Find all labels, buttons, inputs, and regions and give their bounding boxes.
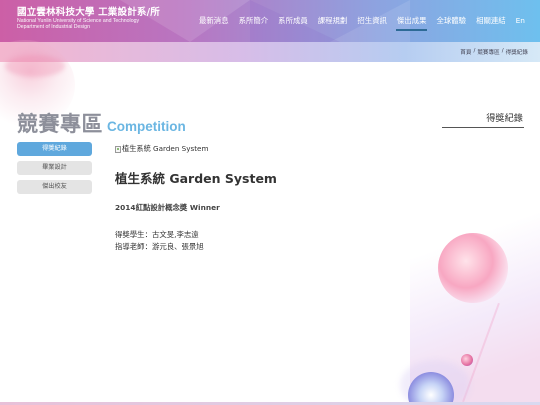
work-title: 植生系統 Garden System: [115, 171, 277, 186]
sidebar: 得獎紀錄 畢業設計 傑出校友: [17, 142, 92, 199]
breadcrumb-separator: /: [473, 48, 476, 54]
decorative-blob: [5, 55, 65, 77]
main-nav: 最新消息 系所簡介 系所成員 課程規劃 招生資訊 傑出成果 全球體驗 相關連結 …: [194, 15, 530, 31]
advisors: 指導老師：游元良、張景旭: [115, 241, 204, 251]
breadcrumb-current: 得獎紀錄: [505, 50, 528, 56]
award-name: 2014紅點設計概念獎 Winner: [115, 203, 220, 212]
decorative-orb: [438, 233, 508, 303]
nav-item-news[interactable]: 最新消息: [194, 15, 234, 31]
work-image: 植生系統 Garden System: [115, 144, 415, 154]
breadcrumb-home[interactable]: 首頁: [460, 48, 471, 56]
decorative-orb: [461, 354, 473, 366]
nav-item-links[interactable]: 相關連結: [471, 15, 511, 31]
section-heading: 得獎紀錄: [442, 111, 524, 128]
nav-item-members[interactable]: 系所成員: [273, 15, 313, 31]
work-image-alt: 植生系統 Garden System: [122, 144, 209, 153]
nav-item-about[interactable]: 系所簡介: [234, 15, 274, 31]
page-title: 競賽專區 Competition: [17, 108, 186, 138]
broken-image-icon: [115, 145, 121, 153]
breadcrumb-section[interactable]: 競賽專區: [477, 48, 499, 56]
breadcrumb: 首頁 / 競賽專區 / 得獎紀錄: [460, 48, 528, 56]
site-logo[interactable]: 國立雲林科技大學 工業設計系/所 National Yunlin Univers…: [17, 7, 160, 30]
sidebar-item-alumni[interactable]: 傑出校友: [17, 180, 92, 194]
nav-item-curriculum[interactable]: 課程規劃: [313, 15, 353, 31]
nav-item-english[interactable]: En: [511, 15, 530, 31]
nav-item-global[interactable]: 全球體驗: [431, 15, 471, 31]
students: 得獎學生：古文旻,李志遠: [115, 230, 199, 239]
page-title-en: Competition: [107, 119, 186, 134]
sidebar-item-awards[interactable]: 得獎紀錄: [17, 142, 92, 156]
logo-title-zh: 國立雲林科技大學 工業設計系/所: [17, 7, 160, 18]
nav-item-achievements[interactable]: 傑出成果: [392, 15, 432, 31]
credits: 得獎學生：古文旻,李志遠 指導老師：游元良、張景旭: [115, 229, 415, 252]
breadcrumb-separator: /: [501, 48, 504, 54]
page-title-zh: 競賽專區: [17, 112, 103, 136]
nav-item-admission[interactable]: 招生資訊: [352, 15, 392, 31]
logo-subtitle-en-2: Department of Industrial Design: [17, 24, 90, 30]
sidebar-item-graduation-design[interactable]: 畢業設計: [17, 161, 92, 175]
site-header: 國立雲林科技大學 工業設計系/所 National Yunlin Univers…: [0, 0, 540, 42]
main-content: 植生系統 Garden System 植生系統 Garden System 20…: [115, 144, 415, 252]
sub-header-band: 首頁 / 競賽專區 / 得獎紀錄: [0, 42, 540, 62]
